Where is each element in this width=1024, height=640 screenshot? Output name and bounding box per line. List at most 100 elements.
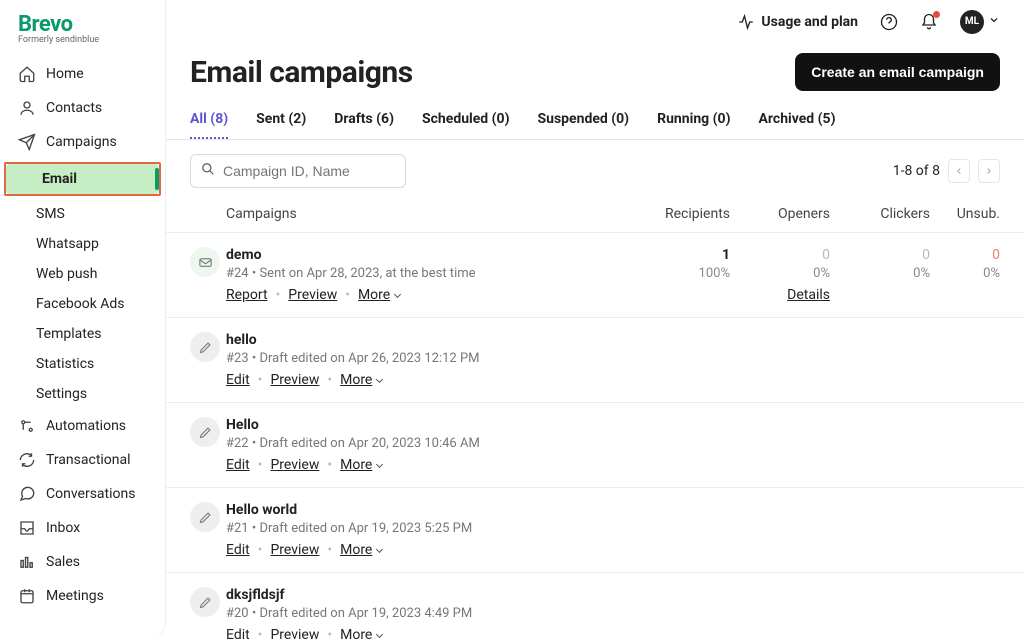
sidebar-item-home[interactable]: Home <box>0 57 165 91</box>
sidebar-item-label: SMS <box>36 206 65 222</box>
sidebar-item-inbox[interactable]: Inbox <box>0 511 165 545</box>
more-menu[interactable]: More <box>340 542 382 558</box>
sidebar-item-automations[interactable]: Automations <box>0 409 165 443</box>
sidebar-subitem-settings[interactable]: Settings <box>0 379 165 409</box>
pencil-icon <box>190 332 220 362</box>
table-row[interactable]: Hello world #21 • Draft edited on Apr 19… <box>166 487 1024 572</box>
sidebar-item-conversations[interactable]: Conversations <box>0 477 165 511</box>
sidebar-subitem-templates[interactable]: Templates <box>0 319 165 349</box>
notifications-icon[interactable] <box>920 13 938 31</box>
create-campaign-button[interactable]: Create an email campaign <box>795 53 1000 91</box>
clickers-pct: 0% <box>830 266 930 281</box>
tab-suspended[interactable]: Suspended (0) <box>538 103 630 139</box>
sidebar-item-campaigns[interactable]: Campaigns <box>0 125 165 159</box>
column-campaigns: Campaigns <box>226 206 630 222</box>
details-link[interactable]: Details <box>787 287 830 303</box>
row-actions: Edit• Preview• More <box>226 457 630 473</box>
more-menu[interactable]: More <box>358 287 400 303</box>
recipients-value: 1 <box>630 247 730 263</box>
page-prev-button[interactable] <box>948 159 970 183</box>
unsub-value: 0 <box>930 247 1000 263</box>
sidebar-item-label: Automations <box>46 418 126 434</box>
sidebar-item-label: Templates <box>36 326 102 342</box>
more-menu[interactable]: More <box>340 457 382 473</box>
annotation-highlight: Email <box>4 162 161 196</box>
table-row[interactable]: dksjfldsjf #20 • Draft edited on Apr 19,… <box>166 572 1024 640</box>
recipients-pct: 100% <box>630 266 730 281</box>
avatar: ML <box>960 10 984 34</box>
sidebar-item-meetings[interactable]: Meetings <box>0 579 165 613</box>
sidebar-subitem-facebook[interactable]: Facebook Ads <box>0 289 165 319</box>
search-icon <box>201 162 215 180</box>
report-link[interactable]: Report <box>226 287 268 303</box>
column-unsub: Unsub. <box>930 206 1000 222</box>
page-next-button[interactable] <box>978 159 1000 183</box>
more-menu[interactable]: More <box>340 372 382 388</box>
more-menu[interactable]: More <box>340 627 382 640</box>
chevron-down-icon <box>376 631 383 638</box>
brand[interactable]: Brevo Formerly sendinblue <box>0 0 165 51</box>
page-title: Email campaigns <box>190 55 413 90</box>
sidebar-subitem-webpush[interactable]: Web push <box>0 259 165 289</box>
topbar: Usage and plan ML <box>166 0 1024 43</box>
pencil-icon <box>190 502 220 532</box>
column-clickers: Clickers <box>830 206 930 222</box>
sidebar-item-label: Transactional <box>46 452 131 468</box>
sidebar-subitem-whatsapp[interactable]: Whatsapp <box>0 229 165 259</box>
brand-name: Brevo <box>18 12 149 37</box>
edit-link[interactable]: Edit <box>226 372 250 388</box>
row-actions: Edit• Preview• More <box>226 542 630 558</box>
pencil-icon <box>190 587 220 617</box>
tab-archived[interactable]: Archived (5) <box>759 103 836 139</box>
sidebar-subitem-email[interactable]: Email <box>6 164 159 194</box>
tab-running[interactable]: Running (0) <box>657 103 730 139</box>
send-icon <box>18 133 36 151</box>
campaign-meta: #24 • Sent on Apr 28, 2023, at the best … <box>226 266 630 281</box>
sidebar-item-sales[interactable]: Sales <box>0 545 165 579</box>
preview-link[interactable]: Preview <box>270 542 319 558</box>
account-menu[interactable]: ML <box>960 10 1000 34</box>
tabs: All (8) Sent (2) Drafts (6) Scheduled (0… <box>166 103 1024 140</box>
usage-plan-link[interactable]: Usage and plan <box>737 13 858 31</box>
edit-link[interactable]: Edit <box>226 457 250 473</box>
column-recipients: Recipients <box>630 206 730 222</box>
activity-icon <box>737 13 755 31</box>
sidebar-item-transactional[interactable]: Transactional <box>0 443 165 477</box>
preview-link[interactable]: Preview <box>270 372 319 388</box>
tab-all[interactable]: All (8) <box>190 103 228 139</box>
sidebar-subitem-statistics[interactable]: Statistics <box>0 349 165 379</box>
preview-link[interactable]: Preview <box>270 457 319 473</box>
sidebar-item-label: Statistics <box>36 356 94 372</box>
clickers-value: 0 <box>830 247 930 263</box>
preview-link[interactable]: Preview <box>288 287 337 303</box>
usage-plan-label: Usage and plan <box>761 14 858 30</box>
sidebar-item-label: Contacts <box>46 100 102 116</box>
tab-drafts[interactable]: Drafts (6) <box>334 103 394 139</box>
sidebar-item-label: Facebook Ads <box>36 296 125 312</box>
sidebar-item-label: Inbox <box>46 520 80 536</box>
row-actions: Report• Preview• More <box>226 287 630 303</box>
chevron-down-icon <box>376 546 383 553</box>
campaign-name: dksjfldsjf <box>226 587 630 603</box>
sidebar-item-contacts[interactable]: Contacts <box>0 91 165 125</box>
edit-link[interactable]: Edit <box>226 627 250 640</box>
edit-link[interactable]: Edit <box>226 542 250 558</box>
tab-scheduled[interactable]: Scheduled (0) <box>422 103 510 139</box>
tab-sent[interactable]: Sent (2) <box>256 103 306 139</box>
preview-link[interactable]: Preview <box>270 627 319 640</box>
campaign-meta: #21 • Draft edited on Apr 19, 2023 5:25 … <box>226 521 630 536</box>
search-box[interactable] <box>190 154 406 188</box>
chevron-down-icon <box>988 14 1000 30</box>
table-row[interactable]: demo #24 • Sent on Apr 28, 2023, at the … <box>166 232 1024 317</box>
sidebar-item-label: Whatsapp <box>36 236 99 252</box>
sidebar-item-label: Home <box>46 66 84 82</box>
campaign-name: hello <box>226 332 630 348</box>
help-icon[interactable] <box>880 13 898 31</box>
campaign-meta: #22 • Draft edited on Apr 20, 2023 10:46… <box>226 436 630 451</box>
sidebar-item-label: Meetings <box>46 588 104 604</box>
home-icon <box>18 65 36 83</box>
sidebar-subitem-sms[interactable]: SMS <box>0 199 165 229</box>
table-row[interactable]: hello #23 • Draft edited on Apr 26, 2023… <box>166 317 1024 402</box>
table-row[interactable]: Hello #22 • Draft edited on Apr 20, 2023… <box>166 402 1024 487</box>
search-input[interactable] <box>223 163 404 179</box>
